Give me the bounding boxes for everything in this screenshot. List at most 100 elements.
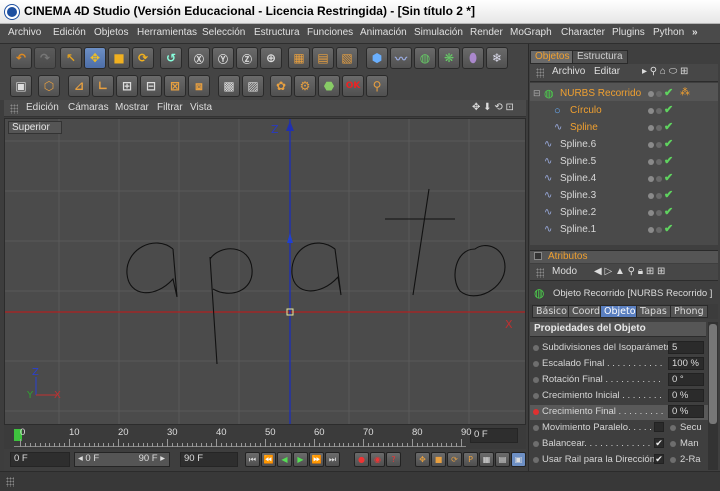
live-selection-icon[interactable]: ↖ [60, 47, 82, 69]
attributes-scrollbar[interactable] [708, 322, 718, 470]
menu-herramientas[interactable]: Herramientas [137, 27, 197, 38]
next-key-icon[interactable]: ⏩ [309, 452, 324, 467]
record-keyframes-icon[interactable]: ● [354, 452, 369, 467]
tab-estructura[interactable]: Estructura [572, 50, 628, 64]
make-editable-icon[interactable]: ▣ [10, 75, 32, 97]
editor-visibility-dot[interactable] [648, 176, 654, 182]
keyframe-selection-icon[interactable]: ? [386, 452, 401, 467]
magnifier-icon[interactable]: ⚲ [366, 75, 388, 97]
go-to-end-icon[interactable]: ⏭ [325, 452, 340, 467]
attributes-mode-menu[interactable]: Modo [552, 266, 577, 277]
list-item-spline-5[interactable]: ∿ Spline.5 ✔ [530, 154, 714, 171]
list-item-spline-2[interactable]: ∿ Spline.2 ✔ [530, 205, 714, 222]
animation-dot[interactable] [533, 441, 539, 447]
model-mode-icon[interactable]: ⬡ [38, 75, 60, 97]
list-item-nurbs-recorrido[interactable]: ⊟ ◍ NURBS Recorrido ✔ ⁂ [530, 86, 714, 103]
list-item-spline[interactable]: ∿ Spline ✔ [530, 120, 714, 137]
texture-mode-icon[interactable]: ▩ [218, 75, 240, 97]
list-item-spline-1[interactable]: ∿ Spline.1 ✔ [530, 222, 714, 239]
render-visibility-dot[interactable] [656, 176, 662, 182]
attr-value-field[interactable]: 0 % [668, 405, 704, 418]
enabled-check-icon[interactable]: ✔ [664, 154, 673, 167]
go-to-start-icon[interactable]: ⏮ [245, 452, 260, 467]
attr-value-field[interactable]: 0 ° [668, 373, 704, 386]
menu-character[interactable]: Character [561, 27, 605, 38]
render-visibility-dot[interactable] [656, 108, 662, 114]
animation-dot[interactable] [533, 345, 539, 351]
tag-icon[interactable]: ⁂ [680, 87, 690, 98]
menu-funciones[interactable]: Funciones [307, 27, 353, 38]
view-label[interactable]: Superior [8, 121, 62, 134]
list-item-spline-4[interactable]: ∿ Spline.4 ✔ [530, 171, 714, 188]
editor-visibility-dot[interactable] [648, 159, 654, 165]
panel-toggle-icon[interactable] [534, 252, 542, 260]
scene-environment-icon[interactable]: ❄ [486, 47, 508, 69]
attributes-nav-icons[interactable]: ◀ ▷ ▲ ⚲ 🔒︎ ⊞ ⊞ [594, 266, 665, 277]
render-visibility-dot[interactable] [656, 227, 662, 233]
enabled-check-icon[interactable]: ✔ [664, 137, 673, 150]
array-object-icon[interactable]: ❋ [438, 47, 460, 69]
y-axis-lock-icon[interactable]: Ⓨ [212, 47, 234, 69]
attr-value-field[interactable]: 0 % [668, 389, 704, 402]
animation-dot[interactable] [670, 441, 676, 447]
viewport-canvas[interactable]: Z X Z X Y [5, 119, 526, 425]
viewport-nav-icons[interactable]: ✥ ⬇ ⟲ ⊡ [472, 102, 514, 113]
sculpt-icon[interactable]: ⬣ [318, 75, 340, 97]
editor-visibility-dot[interactable] [648, 91, 654, 97]
animation-dot[interactable] [670, 457, 676, 463]
auto-keyframe-icon[interactable]: ◉ [370, 452, 385, 467]
render-visibility-dot[interactable] [656, 91, 662, 97]
enabled-check-icon[interactable]: ✔ [664, 171, 673, 184]
objects-menu-archivo[interactable]: Archivo [552, 66, 585, 77]
menu-simulacion[interactable]: Simulación [414, 27, 463, 38]
enabled-check-icon[interactable]: ✔ [664, 86, 673, 99]
enabled-check-icon[interactable]: ✔ [664, 222, 673, 235]
undo-icon[interactable]: ↶ [10, 47, 32, 69]
enabled-check-icon[interactable]: ✔ [664, 188, 673, 201]
render-visibility-dot[interactable] [656, 210, 662, 216]
workplane-icon[interactable]: ▨ [242, 75, 264, 97]
cube-object-icon[interactable]: ⬢ [366, 47, 388, 69]
ok-tag-icon[interactable]: OK [342, 75, 364, 97]
rotation-key-icon[interactable]: ⟳ [447, 452, 462, 467]
list-item-spline-6[interactable]: ∿ Spline.6 ✔ [530, 137, 714, 154]
editor-visibility-dot[interactable] [648, 108, 654, 114]
menu-render[interactable]: Render [470, 27, 503, 38]
editor-visibility-dot[interactable] [648, 125, 654, 131]
editor-visibility-dot[interactable] [648, 210, 654, 216]
objects-menu-editar[interactable]: Editar [594, 66, 620, 77]
attr-value-field[interactable]: 5 [668, 341, 704, 354]
render-visibility-dot[interactable] [656, 142, 662, 148]
checkbox[interactable] [654, 422, 664, 432]
animation-dot[interactable] [533, 361, 539, 367]
menu-animacion[interactable]: Animación [360, 27, 407, 38]
redo-icon[interactable]: ↷ [34, 47, 56, 69]
animation-dot[interactable] [533, 457, 539, 463]
position-key-icon[interactable]: ✥ [415, 452, 430, 467]
animation-dot[interactable] [670, 425, 676, 431]
collapse-icon[interactable]: ⊟ [533, 88, 541, 99]
x-axis-lock-icon[interactable]: Ⓧ [188, 47, 210, 69]
scale-key-icon[interactable]: ■ [431, 452, 446, 467]
timeline-window-icon[interactable]: ▣ [511, 452, 526, 467]
paint-icon[interactable]: ✿ [270, 75, 292, 97]
enabled-check-icon[interactable]: ✔ [664, 205, 673, 218]
axis-mode-icon[interactable]: ∟ [92, 75, 114, 97]
polygons-mode-icon[interactable]: ⊠ [164, 75, 186, 97]
subtab-objeto[interactable]: Objeto [600, 305, 640, 318]
points-mode-icon[interactable]: ⊞ [116, 75, 138, 97]
chevron-right-icon[interactable]: » [692, 27, 698, 38]
menu-archivo[interactable]: Archivo [8, 27, 41, 38]
render-settings-icon[interactable]: ▧ [336, 47, 358, 69]
play-forwards-icon[interactable]: ▶ [293, 452, 308, 467]
render-view-icon[interactable]: ▦ [288, 47, 310, 69]
preview-range-slider[interactable]: ◂ 0 F 90 F ▸ [74, 452, 170, 467]
enabled-check-icon[interactable]: ✔ [664, 120, 673, 133]
editor-visibility-dot[interactable] [648, 142, 654, 148]
scale-tool-icon[interactable]: ■ [108, 47, 130, 69]
viewport-menu-filtrar[interactable]: Filtrar [157, 102, 183, 113]
menu-estructura[interactable]: Estructura [254, 27, 300, 38]
render-picture-viewer-icon[interactable]: ▤ [312, 47, 334, 69]
menu-mograph[interactable]: MoGraph [510, 27, 552, 38]
attr-value-field[interactable]: 100 % [668, 357, 704, 370]
